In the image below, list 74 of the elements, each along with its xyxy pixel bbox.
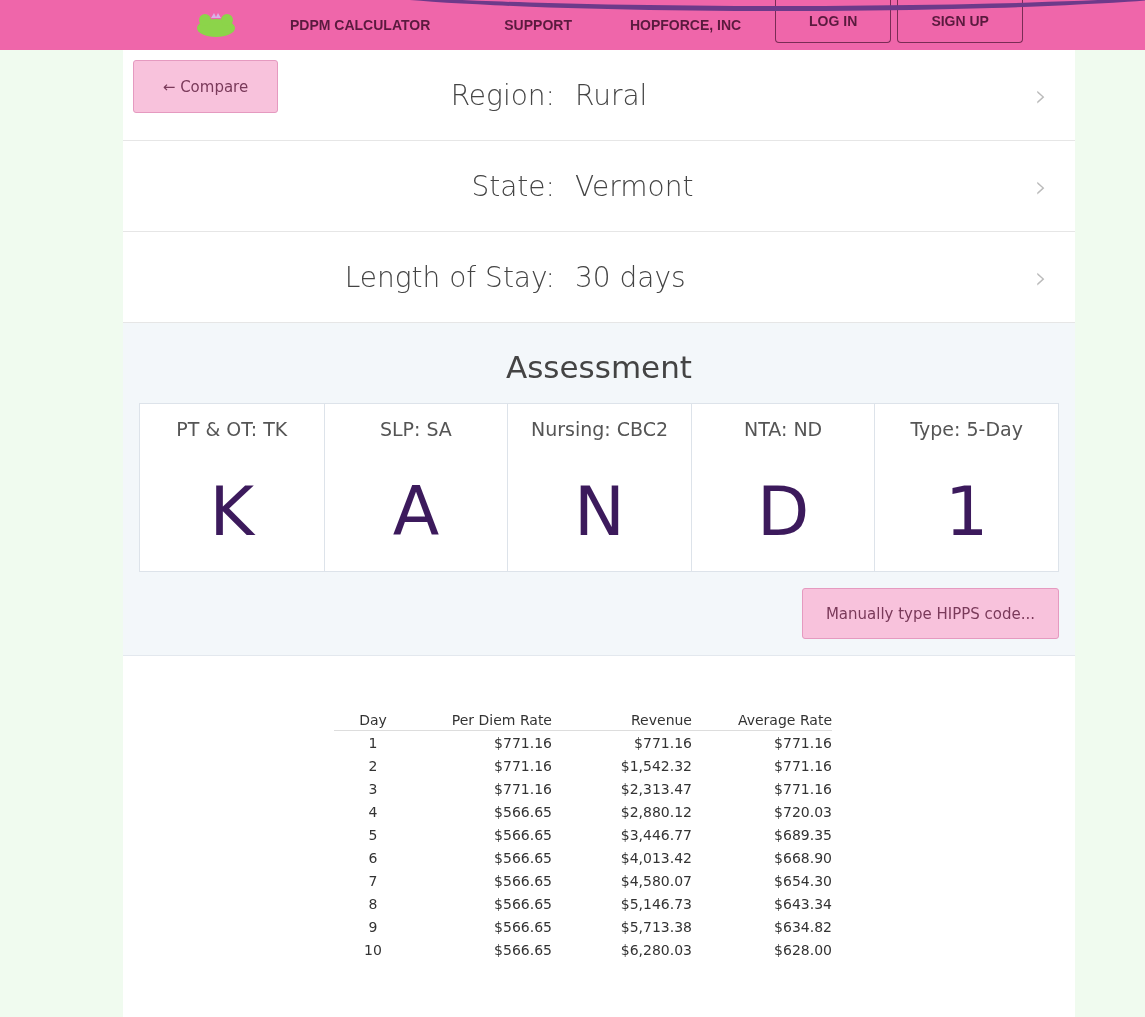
table-cell-text: $566.65	[493, 940, 552, 960]
table-cell-text: $771.16	[773, 779, 832, 799]
table-cell-text: $720.03	[773, 802, 832, 822]
selector-value: Vermont	[575, 169, 695, 203]
table-cell-text: 10	[363, 940, 383, 960]
table-cell-text: $668.90	[773, 848, 832, 868]
table-cell: $771.16	[692, 730, 832, 754]
component-code: K	[208, 471, 256, 546]
selector-value: 30 days	[575, 260, 687, 294]
nav-link[interactable]: PDPM CALCULATOR	[290, 17, 431, 33]
selector-value: Rural	[575, 78, 649, 112]
table-cell-text: 8	[367, 894, 379, 914]
table-cell-text: $566.65	[493, 871, 552, 891]
selector-label: Region:	[450, 78, 555, 112]
column-header: Per Diem Rate	[412, 710, 552, 731]
column-header: Revenue	[552, 710, 692, 731]
table-cell-text: 5	[367, 825, 379, 845]
table-cell-text: $771.16	[773, 756, 832, 776]
table-cell-text: $628.00	[773, 940, 832, 960]
table-cell-text: $5,713.38	[619, 917, 692, 937]
table-cell: $771.16	[552, 730, 692, 754]
table-cell-text: $643.34	[773, 894, 832, 914]
table-cell-text: $6,280.03	[619, 940, 692, 960]
column-header: Day	[334, 710, 412, 731]
table-cell-text: $4,580.07	[619, 871, 692, 891]
table-cell-text: 7	[367, 871, 379, 891]
table-cell-text: $2,880.12	[619, 802, 692, 822]
table-cell-text: $634.82	[773, 917, 832, 937]
table-cell-text: $689.35	[773, 825, 832, 845]
table-cell-text: $2,313.47	[619, 779, 692, 799]
table-cell-text: 6	[367, 848, 379, 868]
table-cell-text: $1,542.32	[619, 756, 692, 776]
nav-button[interactable]: SIGN UP	[897, 0, 1024, 43]
frog-logo-icon[interactable]	[196, 12, 236, 38]
component-code: D	[755, 471, 811, 546]
nav-button[interactable]: LOG IN	[775, 0, 892, 43]
chevron-icon: ›	[1035, 77, 1075, 113]
nav-link[interactable]: SUPPORT	[504, 17, 572, 33]
component-label: SLP: SA	[378, 417, 453, 440]
table-cell-text: $566.65	[493, 848, 552, 868]
component-label: PT & OT: TK	[175, 417, 289, 440]
assessment-title: Assessment	[505, 348, 693, 387]
selector-row[interactable]: State: Vermont ›	[123, 141, 1075, 232]
table-cell-text: $566.65	[493, 917, 552, 937]
selector-label: Length of Stay:	[344, 260, 555, 294]
manual-hipps-button[interactable]: Manually type HIPPS code...	[802, 588, 1059, 639]
table-cell-text: 3	[367, 779, 379, 799]
selector-label: State:	[471, 169, 555, 203]
chevron-icon: ›	[1035, 168, 1075, 204]
table-cell-text: 9	[367, 917, 379, 937]
table-cell-text: $566.65	[493, 802, 552, 822]
chevron-icon: ›	[1035, 259, 1075, 295]
table-cell-text: $3,446.77	[619, 825, 692, 845]
table-cell-text: 2	[367, 756, 379, 776]
table-cell-text: $654.30	[773, 871, 832, 891]
component-code: N	[573, 471, 626, 546]
table-cell-text: $771.16	[493, 756, 552, 776]
component-code: A	[391, 471, 441, 546]
table-cell: 1	[334, 730, 412, 754]
table-cell-text: $5,146.73	[619, 894, 692, 914]
component-code: 1	[944, 471, 990, 546]
compare-button[interactable]: ← Compare	[133, 60, 278, 113]
table-cell-text: $771.16	[493, 779, 552, 799]
table-cell-text: $566.65	[493, 825, 552, 845]
table-cell-text: $4,013.42	[619, 848, 692, 868]
selector-row[interactable]: ← Compare Region: Rural ›	[123, 50, 1075, 141]
table-cell-text: 4	[367, 802, 379, 822]
table-cell: $771.16	[412, 730, 552, 754]
component-label: NTA: ND	[742, 417, 824, 440]
component-label: Nursing: CBC2	[529, 417, 670, 440]
component-label: Type: 5-Day	[909, 417, 1024, 440]
column-header: Average Rate	[692, 710, 832, 731]
nav-link[interactable]: HOPFORCE, INC	[629, 17, 742, 33]
table-cell-text: $566.65	[493, 894, 552, 914]
